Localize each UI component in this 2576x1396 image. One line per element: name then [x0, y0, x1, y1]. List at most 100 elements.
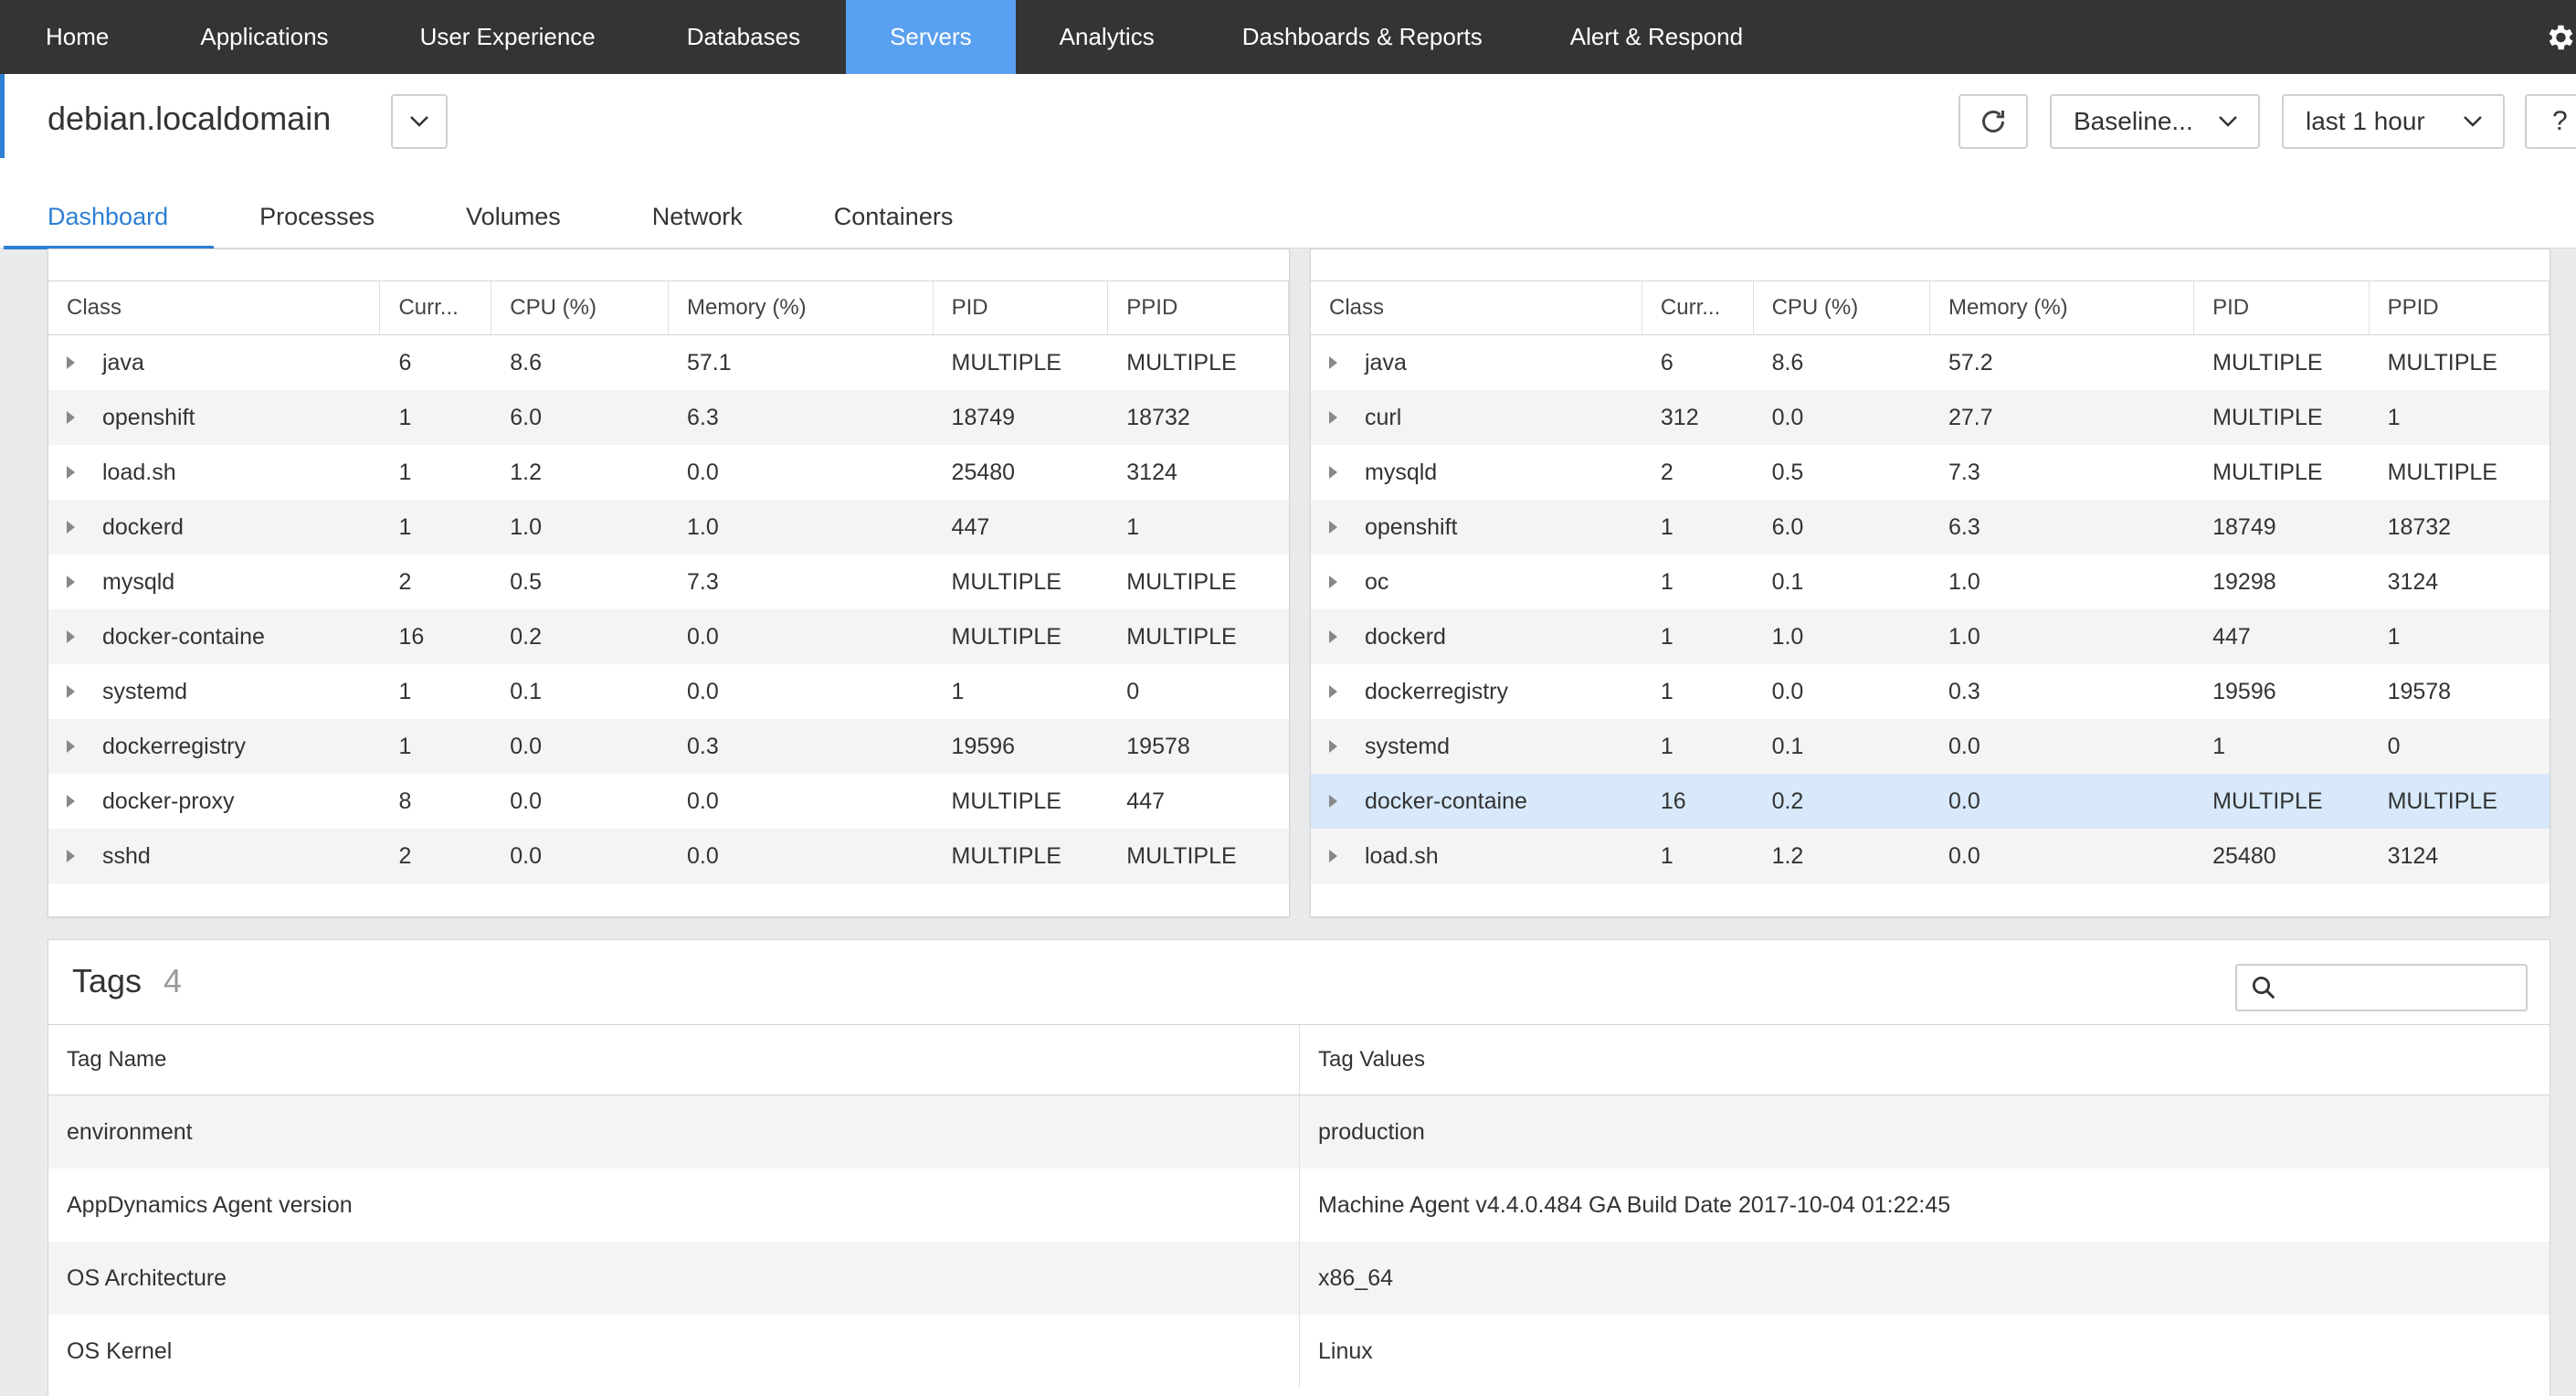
expand-arrow-icon[interactable] — [67, 466, 75, 479]
expand-arrow-icon[interactable] — [1329, 685, 1337, 698]
table-row[interactable]: oc 1 0.1 1.0 19298 3124 — [1311, 555, 2550, 609]
table-row[interactable]: load.sh 1 1.2 0.0 25480 3124 — [1311, 829, 2550, 883]
table-row[interactable]: systemd 1 0.1 0.0 1 0 — [48, 664, 1289, 719]
expand-arrow-icon[interactable] — [1329, 740, 1337, 753]
tags-search-input[interactable] — [2235, 964, 2528, 1011]
ppid-cell: 19578 — [2387, 678, 2452, 704]
nav-item-dashboards-reports[interactable]: Dashboards & Reports — [1198, 0, 1526, 74]
nav-item-servers[interactable]: Servers — [846, 0, 1016, 74]
table-row[interactable]: java 6 8.6 57.1 MULTIPLE MULTIPLE — [48, 335, 1289, 390]
nav-item-home[interactable]: Home — [0, 0, 154, 74]
column-header-tag-values[interactable]: Tag Values — [1300, 1025, 2550, 1095]
table-row[interactable]: OS Architecture x86_64 — [48, 1242, 2550, 1315]
process-table-left: Class Curr... CPU (%) Memory (%) PID PPID java… — [48, 280, 1289, 883]
column-header-pid[interactable]: PID — [2194, 281, 2370, 334]
expand-arrow-icon[interactable] — [67, 685, 75, 698]
column-header-class[interactable]: Class — [1311, 281, 1642, 334]
table-row[interactable]: dockerd 1 1.0 1.0 447 1 — [48, 500, 1289, 555]
count-cell: 1 — [398, 459, 412, 485]
expand-arrow-icon[interactable] — [67, 411, 75, 424]
column-header-count[interactable]: Curr... — [380, 281, 492, 334]
expand-arrow-icon[interactable] — [67, 630, 75, 643]
column-header-tag-name[interactable]: Tag Name — [48, 1025, 1300, 1095]
tab-volumes[interactable]: Volumes — [420, 184, 607, 249]
memory-cell: 57.2 — [1948, 349, 1993, 375]
nav-item-alert-respond[interactable]: Alert & Respond — [1526, 0, 1787, 74]
cpu-cell: 0.0 — [1771, 678, 1804, 704]
expand-arrow-icon[interactable] — [1329, 466, 1337, 479]
expand-arrow-icon[interactable] — [1329, 850, 1337, 862]
nav-item-databases[interactable]: Databases — [641, 0, 846, 74]
table-row[interactable]: curl 312 0.0 27.7 MULTIPLE 1 — [1311, 390, 2550, 445]
class-name: systemd — [102, 678, 188, 704]
table-row[interactable]: sshd 2 0.0 0.0 MULTIPLE MULTIPLE — [48, 829, 1289, 883]
table-row[interactable]: load.sh 1 1.2 0.0 25480 3124 — [48, 445, 1289, 500]
table-row[interactable]: systemd 1 0.1 0.0 1 0 — [1311, 719, 2550, 774]
cpu-cell: 0.0 — [1771, 404, 1804, 430]
column-header-cpu[interactable]: CPU (%) — [491, 281, 669, 334]
expand-arrow-icon[interactable] — [1329, 411, 1337, 424]
memory-cell: 0.0 — [686, 623, 719, 650]
table-body: java 6 8.6 57.2 MULTIPLE MULTIPLE curl 312 0.0 27… — [1311, 335, 2550, 883]
nav-item-applications[interactable]: Applications — [154, 0, 374, 74]
memory-cell: 27.7 — [1948, 404, 1993, 430]
expand-arrow-icon[interactable] — [1329, 576, 1337, 588]
refresh-button[interactable] — [1958, 94, 2028, 149]
column-header-pid[interactable]: PID — [934, 281, 1109, 334]
chevron-down-icon — [2219, 116, 2237, 127]
table-row[interactable]: mysqld 2 0.5 7.3 MULTIPLE MULTIPLE — [48, 555, 1289, 609]
ppid-cell: 1 — [2387, 623, 2401, 650]
pid-cell: MULTIPLE — [951, 623, 1061, 650]
baseline-label: Baseline... — [2074, 107, 2193, 135]
table-row[interactable]: dockerregistry 1 0.0 0.3 19596 19578 — [1311, 664, 2550, 719]
cpu-cell: 0.1 — [510, 678, 543, 704]
table-row[interactable]: openshift 1 6.0 6.3 18749 18732 — [1311, 500, 2550, 555]
table-row[interactable]: dockerregistry 1 0.0 0.3 19596 19578 — [48, 719, 1289, 774]
expand-arrow-icon[interactable] — [67, 576, 75, 588]
column-header-class[interactable]: Class — [48, 281, 381, 334]
column-header-ppid[interactable]: PPID — [1108, 281, 1289, 334]
table-row[interactable]: openshift 1 6.0 6.3 18749 18732 — [48, 390, 1289, 445]
help-button[interactable]: ? — [2525, 94, 2576, 149]
table-row[interactable]: docker-proxy 8 0.0 0.0 MULTIPLE 447 — [48, 774, 1289, 829]
gear-icon[interactable] — [2539, 0, 2576, 74]
column-header-ppid[interactable]: PPID — [2370, 281, 2550, 334]
memory-cell: 0.0 — [1948, 788, 1980, 814]
expand-arrow-icon[interactable] — [1329, 630, 1337, 643]
expand-arrow-icon[interactable] — [67, 521, 75, 534]
time-range-dropdown[interactable]: last 1 hour — [2282, 94, 2505, 149]
cpu-cell: 0.5 — [1771, 459, 1804, 485]
table-row[interactable]: docker-containe 16 0.2 0.0 MULTIPLE MULTIPLE — [1311, 774, 2550, 829]
tab-network[interactable]: Network — [607, 184, 788, 249]
table-row[interactable]: mysqld 2 0.5 7.3 MULTIPLE MULTIPLE — [1311, 445, 2550, 500]
tab-containers[interactable]: Containers — [788, 184, 999, 249]
expand-arrow-icon[interactable] — [1329, 356, 1337, 369]
table-row[interactable]: java 6 8.6 57.2 MULTIPLE MULTIPLE — [1311, 335, 2550, 390]
table-row[interactable]: AppDynamics Agent version Machine Agent v… — [48, 1169, 2550, 1242]
table-row[interactable]: environment production — [48, 1095, 2550, 1169]
expand-arrow-icon[interactable] — [1329, 521, 1337, 534]
column-header-count[interactable]: Curr... — [1642, 281, 1754, 334]
server-select-button[interactable] — [391, 94, 448, 149]
expand-arrow-icon[interactable] — [67, 740, 75, 753]
top-processes-memory-panel: Class Curr... CPU (%) Memory (%) PID PPID java… — [1310, 249, 2550, 917]
table-row[interactable]: docker-containe 16 0.2 0.0 MULTIPLE MULTIPLE — [48, 609, 1289, 664]
chevron-down-icon — [2464, 116, 2482, 127]
memory-cell: 0.0 — [686, 788, 719, 814]
table-row[interactable]: dockerd 1 1.0 1.0 447 1 — [1311, 609, 2550, 664]
column-header-cpu[interactable]: CPU (%) — [1754, 281, 1930, 334]
header-accent-bar — [0, 74, 5, 158]
tab-processes[interactable]: Processes — [214, 184, 420, 249]
column-header-memory[interactable]: Memory (%) — [669, 281, 934, 334]
expand-arrow-icon[interactable] — [67, 795, 75, 808]
table-row[interactable]: OS Kernel Linux — [48, 1315, 2550, 1388]
baseline-dropdown[interactable]: Baseline... — [2050, 94, 2260, 149]
expand-arrow-icon[interactable] — [1329, 795, 1337, 808]
column-header-memory[interactable]: Memory (%) — [1930, 281, 2195, 334]
nav-item-user-experience[interactable]: User Experience — [375, 0, 641, 74]
expand-arrow-icon[interactable] — [67, 850, 75, 862]
expand-arrow-icon[interactable] — [67, 356, 75, 369]
tab-dashboard[interactable]: Dashboard — [0, 184, 215, 249]
class-cell: dockerregistry — [1311, 664, 1642, 719]
nav-item-analytics[interactable]: Analytics — [1016, 0, 1198, 74]
